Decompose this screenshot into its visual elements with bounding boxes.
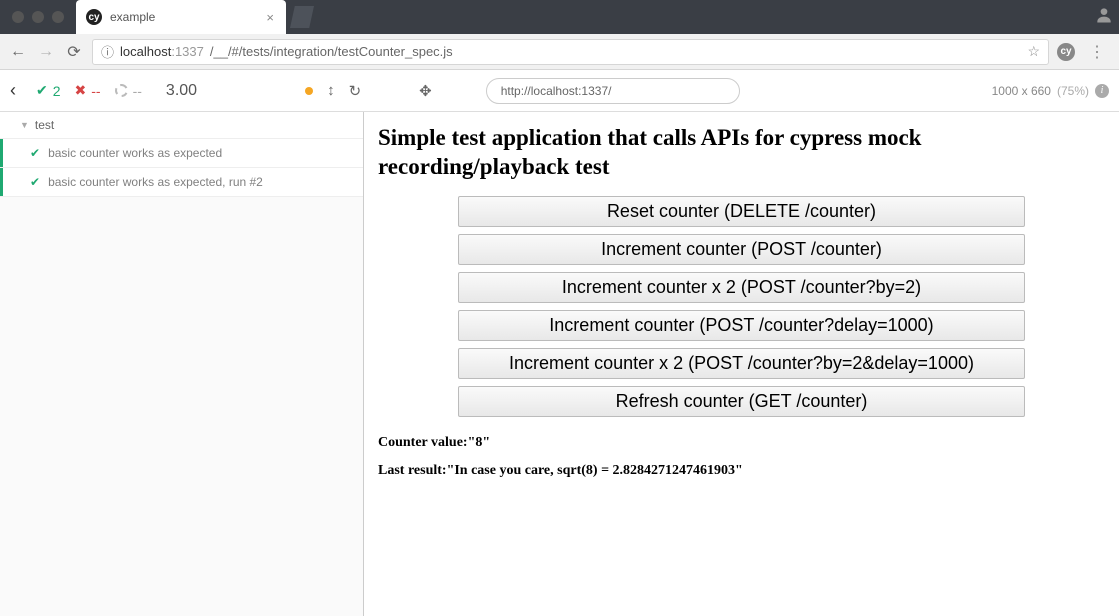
viewport-dimensions: 1000 x 660 [992, 84, 1051, 98]
viewport-info[interactable]: 1000 x 660 (75%) i [992, 84, 1109, 98]
counter-value: "8" [468, 435, 491, 450]
counter-value-line: Counter value:"8" [378, 435, 1105, 451]
caret-down-icon: ▼ [20, 120, 29, 130]
tab-title: example [110, 10, 155, 24]
collapse-reporter-button[interactable]: ‹ [10, 80, 22, 101]
passed-stat: ✔ 2 [36, 82, 61, 99]
counter-label: Counter value: [378, 435, 468, 450]
increment-counter-delay-button[interactable]: Increment counter (POST /counter?delay=1… [458, 310, 1025, 341]
address-bar: ← → ⟳ ⓘ localhost:1337 /__/#/tests/integr… [0, 34, 1119, 70]
suite-title: test [35, 118, 54, 132]
next-command-icon[interactable]: ↕ [327, 82, 335, 99]
button-group: Reset counter (DELETE /counter) Incremen… [378, 196, 1105, 417]
test-row[interactable]: ✔ basic counter works as expected [0, 139, 363, 168]
increment-counter-x2-delay-button[interactable]: Increment counter x 2 (POST /counter?by=… [458, 348, 1025, 379]
tab-close-button[interactable]: × [266, 10, 274, 25]
test-row[interactable]: ✔ basic counter works as expected, run #… [0, 168, 363, 197]
duration: 3.00 [166, 82, 197, 100]
increment-counter-x2-button[interactable]: Increment counter x 2 (POST /counter?by=… [458, 272, 1025, 303]
reload-button[interactable]: ⟳ [64, 42, 84, 62]
rerun-button[interactable]: ↻ [349, 82, 362, 100]
check-icon: ✔ [30, 175, 40, 189]
minimize-window-button[interactable] [32, 11, 44, 23]
omnibox[interactable]: ⓘ localhost:1337 /__/#/tests/integration/… [92, 39, 1049, 65]
last-result-line: Last result:"In case you care, sqrt(8) =… [378, 463, 1105, 479]
tab-favicon: cy [86, 9, 102, 25]
aut-frame: Simple test application that calls APIs … [364, 112, 1119, 616]
back-button[interactable]: ← [8, 43, 28, 61]
test-reporter-panel: ▼ test ✔ basic counter works as expected… [0, 112, 364, 616]
omnibox-host: localhost:1337 [120, 44, 204, 59]
check-icon: ✔ [36, 82, 48, 99]
maximize-window-button[interactable] [52, 11, 64, 23]
browser-tab[interactable]: cy example × [76, 0, 286, 34]
viewport-scale: (75%) [1057, 84, 1089, 98]
omnibox-path: /__/#/tests/integration/testCounter_spec… [210, 44, 453, 59]
failed-count: -- [91, 83, 100, 99]
passed-count: 2 [53, 83, 61, 99]
pending-stat: -- [115, 83, 142, 99]
last-result-label: Last result: [378, 463, 447, 478]
window-controls [0, 0, 76, 34]
page-heading: Simple test application that calls APIs … [378, 124, 1105, 182]
bookmark-icon[interactable]: ☆ [1027, 43, 1040, 60]
site-info-icon[interactable]: ⓘ [101, 42, 114, 61]
aut-url-input[interactable] [486, 78, 740, 104]
browser-titlebar: cy example × [0, 0, 1119, 34]
profile-icon[interactable] [1089, 0, 1119, 30]
increment-counter-button[interactable]: Increment counter (POST /counter) [458, 234, 1025, 265]
pending-count: -- [133, 83, 142, 99]
last-result-value: "In case you care, sqrt(8) = 2.828427124… [447, 463, 743, 478]
pending-icon [115, 84, 128, 97]
reset-counter-button[interactable]: Reset counter (DELETE /counter) [458, 196, 1025, 227]
x-icon: ✖ [75, 82, 87, 99]
refresh-counter-button[interactable]: Refresh counter (GET /counter) [458, 386, 1025, 417]
check-icon: ✔ [30, 146, 40, 160]
runner-header: ‹ ✔ 2 ✖ -- -- 3.00 ↕ ↻ ✥ 1000 x 660 (75%… [0, 70, 1119, 112]
browser-menu-button[interactable]: ⋮ [1083, 42, 1111, 62]
cypress-extension-icon[interactable]: cy [1057, 43, 1075, 61]
suite-row[interactable]: ▼ test [0, 112, 363, 139]
test-title: basic counter works as expected, run #2 [48, 175, 263, 189]
autoscroll-indicator[interactable] [305, 87, 313, 95]
close-window-button[interactable] [12, 11, 24, 23]
info-icon: i [1095, 84, 1109, 98]
failed-stat: ✖ -- [75, 82, 101, 99]
forward-button[interactable]: → [36, 43, 56, 61]
test-title: basic counter works as expected [48, 146, 222, 160]
selector-playground-button[interactable]: ✥ [419, 82, 432, 100]
new-tab-button[interactable] [290, 6, 314, 28]
